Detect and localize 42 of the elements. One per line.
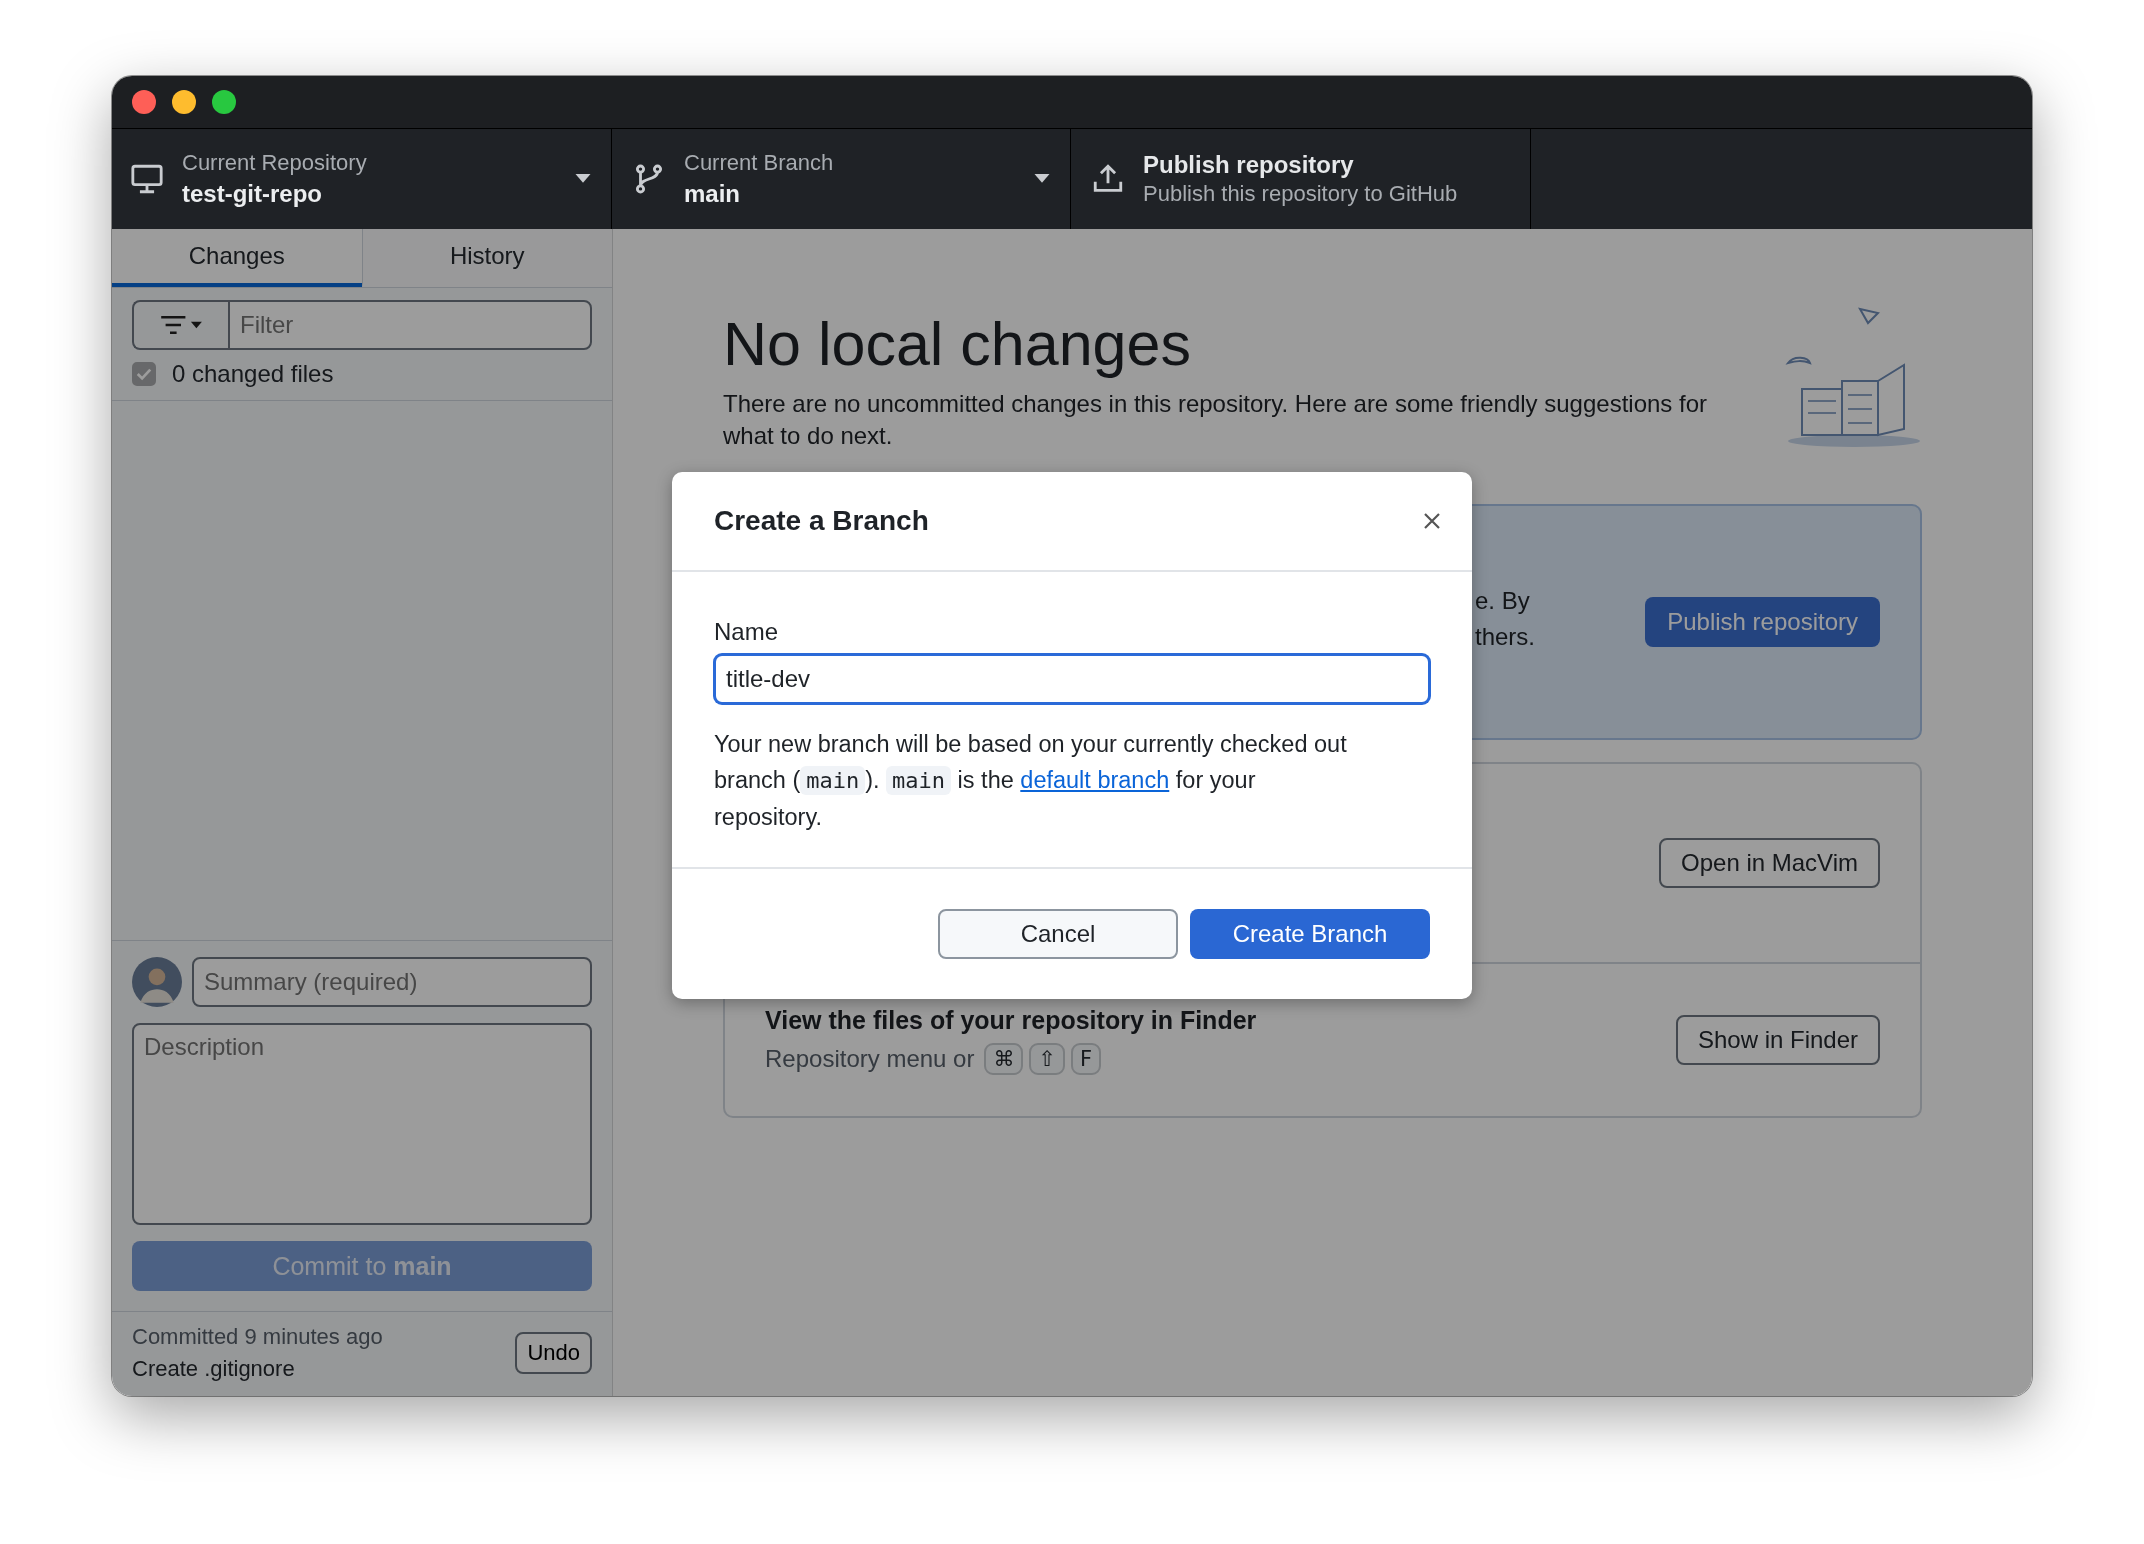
caret-icon [575,174,591,184]
commit-message: Create .gitignore [132,1356,296,1382]
dialog-title: Create a Branch [714,505,929,537]
filter-button[interactable] [132,300,228,350]
name-label: Name [714,618,780,646]
keyboard-key: ⌘ [984,1042,1024,1075]
name-field[interactable]: title-dev [714,654,1430,704]
description-text: There are no uncommitted changes in this repository. Here are some friendly suggestions for what to do next. [723,389,1709,452]
close-icon[interactable] [1422,511,1442,531]
monitor-icon [130,162,164,196]
minimize-window-icon[interactable] [172,90,196,114]
cancel-button[interactable]: Cancel [938,909,1178,959]
card-text: e. By [1475,586,1531,617]
toolbar-label: Current Repository [182,149,367,178]
open-editor-button[interactable]: Open in MacVim [1659,838,1880,889]
sidebar-tab[interactable]: Changes [112,229,362,287]
toolbar-label: Publish repository [1143,150,1354,181]
filter-field[interactable]: Filter [228,300,592,350]
toolbar-value: main [684,178,741,209]
zoom-window-icon[interactable] [212,90,236,114]
commit-time: Committed 9 minutes ago [132,1324,383,1350]
shortcut-hint: Repository menu or [765,1044,975,1073]
undo-button[interactable]: Undo [515,1332,592,1374]
create-branch-button[interactable]: Create Branch [1190,909,1430,959]
caret-icon [1034,174,1050,184]
finder-title: View the files of your repository in Finder [765,1005,1257,1035]
show-in-finder-button[interactable]: Show in Finder [1675,1015,1880,1066]
heading: No local changes [723,311,1192,379]
keyboard-key: ⇧ [1029,1042,1066,1075]
toolbar-value: test-git-repo [182,178,323,209]
changed-files-label: 0 changed files [172,360,334,388]
close-window-icon[interactable] [132,90,156,114]
select-all-checkbox[interactable] [132,362,156,386]
default-branch-link[interactable]: default branch [1020,767,1170,793]
publish-button[interactable]: Publish repository [1645,597,1880,648]
toolbar-value: Publish this repository to GitHub [1143,180,1459,209]
card-text: thers. [1475,622,1536,653]
toolbar-label: Current Branch [684,149,834,178]
keyboard-key: F [1071,1042,1102,1075]
filter-icon [159,315,203,335]
branch-note: Your new branch will be based on your currently checked out branch ( main ). main is the default branch for your repository. [714,730,1348,832]
avatar [132,957,182,1007]
